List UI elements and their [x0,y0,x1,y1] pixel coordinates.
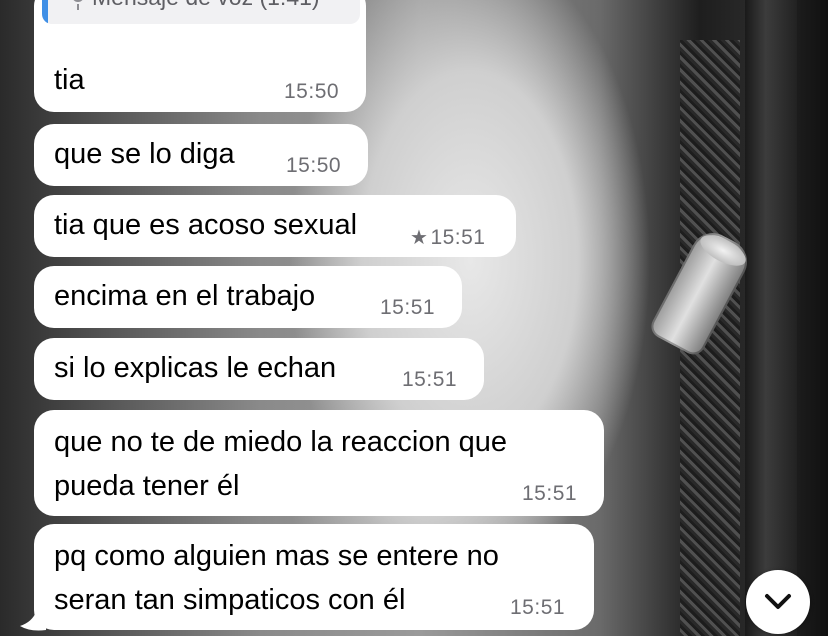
message-bubble[interactable]: pq como alguien mas se entere no seran t… [34,524,594,630]
message-bubble[interactable]: que se lo diga 15:50 [34,124,368,186]
message-bubble[interactable]: que no te de miedo la reaccion que pueda… [34,410,604,516]
message-text: tia que es acoso sexual [54,209,358,241]
message-text: que no te de miedo la reaccion que pueda… [54,426,508,502]
scroll-to-bottom-button[interactable] [746,570,810,634]
message-bubble[interactable]: Mensaje de voz (1:41) tia 15:50 [34,0,366,112]
star-icon: ★ [410,227,429,249]
message-time: 15:51 [402,368,458,391]
message-time: 15:50 [284,80,340,103]
message-time: 15:50 [286,154,342,177]
quote-accent-bar [42,0,48,24]
message-bubble[interactable]: tia que es acoso sexual ★15:51 [34,195,516,257]
message-time: 15:51 [522,482,578,505]
quoted-voice-message[interactable]: Mensaje de voz (1:41) [42,0,360,24]
wallpaper-bench [745,0,797,636]
message-text: tia [54,64,85,96]
message-time: 15:51 [380,296,436,319]
message-text: encima en el trabajo [54,280,316,312]
message-time: ★15:51 [410,225,486,250]
message-bubble[interactable]: encima en el trabajo 15:51 [34,266,462,328]
message-bubble[interactable]: si lo explicas le echan 15:51 [34,338,484,400]
mic-icon [72,0,84,10]
message-text: si lo explicas le echan [54,352,337,384]
message-time-value: 15:51 [430,226,486,249]
message-text: que se lo diga [54,138,235,170]
message-text: pq como alguien mas se entere no seran t… [54,540,499,616]
bubble-tail [20,612,46,631]
chevron-down-icon [765,594,791,609]
message-time: 15:51 [510,596,566,619]
quoted-label: Mensaje de voz (1:41) [92,0,320,12]
